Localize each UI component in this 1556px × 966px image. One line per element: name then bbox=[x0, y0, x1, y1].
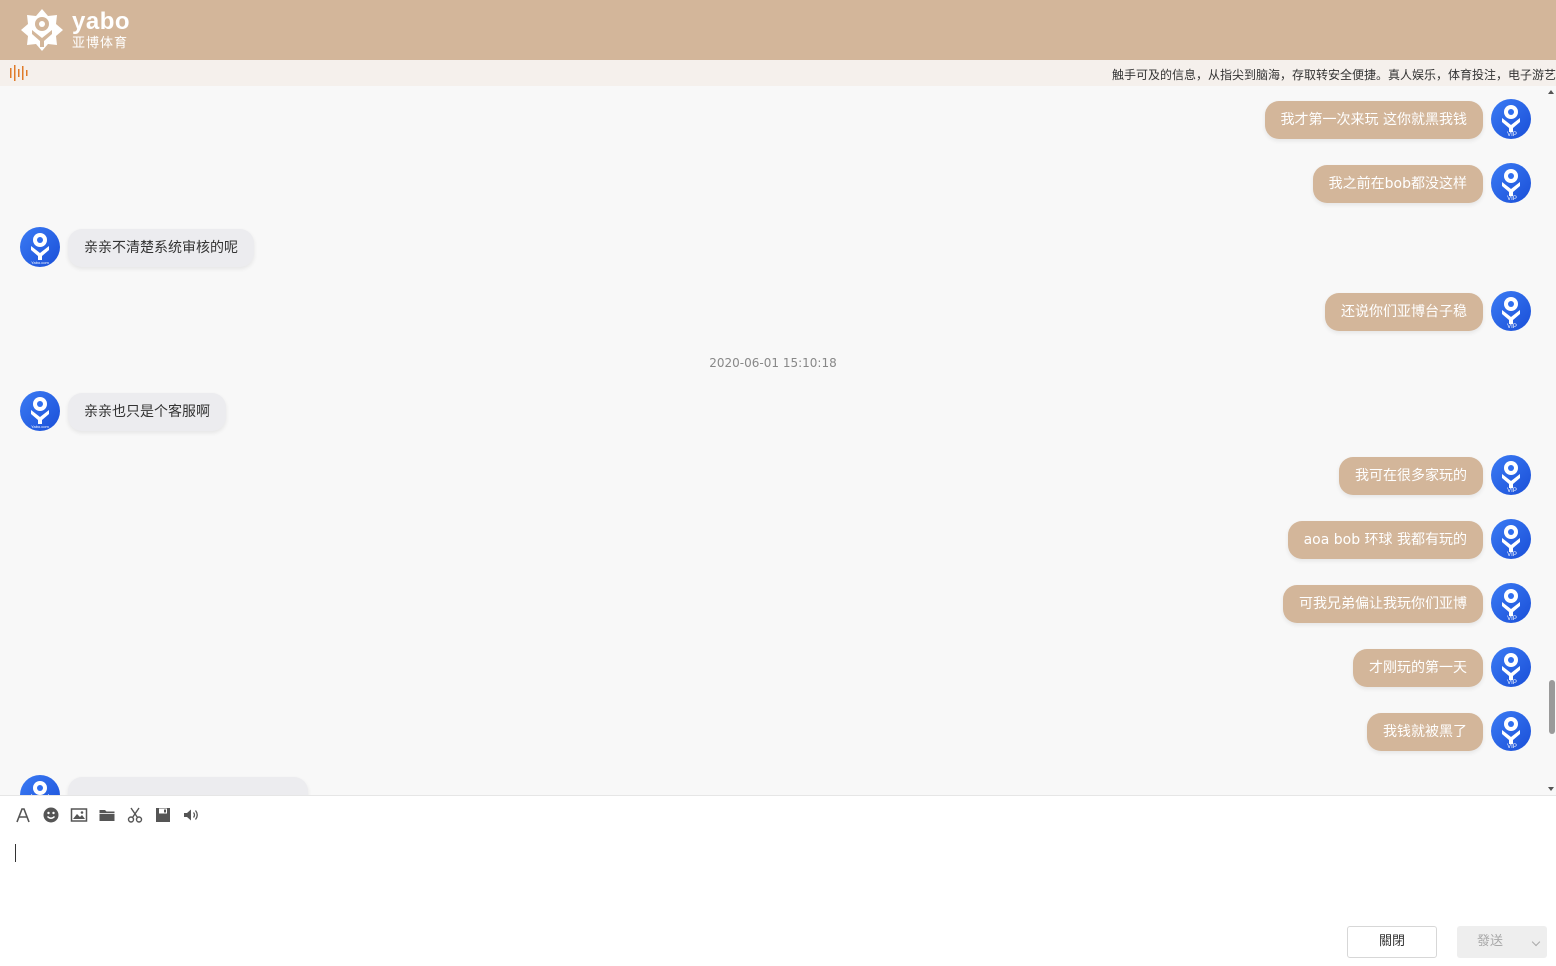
message-row bbox=[0, 775, 1546, 795]
user-message-bubble: 可我兄弟偏让我玩你们亚博 bbox=[1283, 585, 1483, 623]
chat-scrollbar[interactable] bbox=[1546, 86, 1556, 795]
message-row: 我钱就被黑了 VIP bbox=[0, 711, 1546, 755]
input-toolbar bbox=[14, 806, 200, 824]
announcement-ticker: 触手可及的信息，从指尖到脑海，存取转安全便捷。真人娱乐，体育投注，电子游艺 bbox=[0, 60, 1556, 86]
message-row: 我之前在bob都没这样 VIP bbox=[0, 163, 1546, 207]
chat-message-list[interactable]: 我才第一次来玩 这你就黑我钱 VIP 我之前在bob都没这样 VIP Yabo.… bbox=[0, 86, 1546, 795]
user-message-bubble: aoa bob 环球 我都有玩的 bbox=[1287, 521, 1483, 559]
message-timestamp: 2020-06-01 15:10:18 bbox=[709, 356, 837, 370]
message-input-panel: 關閉 發送 bbox=[0, 795, 1556, 966]
avatar-badge: VIP bbox=[1507, 132, 1517, 138]
message-row: 可我兄弟偏让我玩你们亚博 VIP bbox=[0, 583, 1546, 627]
user-avatar[interactable]: VIP bbox=[1491, 711, 1531, 751]
font-icon[interactable] bbox=[14, 806, 32, 824]
message-row: aoa bob 环球 我都有玩的 VIP bbox=[0, 519, 1546, 563]
avatar-badge: Yabo.com bbox=[31, 424, 49, 429]
logo-subtitle: 亚博体育 bbox=[72, 36, 129, 51]
scissors-icon[interactable] bbox=[126, 806, 144, 824]
user-avatar[interactable]: VIP bbox=[1491, 455, 1531, 495]
send-button-label: 發送 bbox=[1477, 934, 1504, 949]
message-row: Yabo.com 亲亲也只是个客服啊 bbox=[0, 391, 1546, 435]
avatar-badge: VIP bbox=[1507, 616, 1517, 622]
volume-icon[interactable] bbox=[182, 806, 200, 824]
message-row: 我才第一次来玩 这你就黑我钱 VIP bbox=[0, 99, 1546, 143]
user-avatar[interactable]: VIP bbox=[1491, 583, 1531, 623]
folder-icon[interactable] bbox=[98, 806, 116, 824]
message-row: 还说你们亚博台子稳 VIP bbox=[0, 291, 1546, 335]
save-icon[interactable] bbox=[154, 806, 172, 824]
yabo-logo: yabo 亚博体育 bbox=[20, 8, 130, 52]
agent-message-bubble: 亲亲不清楚系统审核的呢 bbox=[68, 229, 254, 267]
agent-message-bubble bbox=[68, 777, 308, 795]
user-message-bubble: 我之前在bob都没这样 bbox=[1312, 165, 1483, 203]
emoji-icon[interactable] bbox=[42, 806, 60, 824]
user-message-bubble: 还说你们亚博台子稳 bbox=[1325, 293, 1483, 331]
scroll-down-arrow-icon[interactable] bbox=[1548, 787, 1554, 791]
sound-wave-icon bbox=[10, 65, 28, 81]
avatar-badge: VIP bbox=[1507, 744, 1517, 750]
avatar-badge: VIP bbox=[1507, 680, 1517, 686]
ticker-text: 触手可及的信息，从指尖到脑海，存取转安全便捷。真人娱乐，体育投注，电子游艺 bbox=[1112, 68, 1556, 82]
logo-word: yabo bbox=[72, 8, 131, 35]
avatar-badge: Yabo.com bbox=[31, 260, 49, 265]
agent-message-bubble: 亲亲也只是个客服啊 bbox=[68, 393, 226, 431]
user-message-bubble: 我才第一次来玩 这你就黑我钱 bbox=[1264, 101, 1483, 139]
user-message-bubble: 我可在很多家玩的 bbox=[1339, 457, 1483, 495]
avatar-badge: VIP bbox=[1507, 196, 1517, 202]
user-message-bubble: 我钱就被黑了 bbox=[1367, 713, 1483, 751]
user-avatar[interactable]: VIP bbox=[1491, 163, 1531, 203]
logo-mark-icon bbox=[20, 8, 64, 52]
message-input-caret[interactable] bbox=[15, 844, 16, 862]
user-avatar[interactable]: VIP bbox=[1491, 99, 1531, 139]
header-bar: yabo 亚博体育 bbox=[0, 0, 1556, 60]
user-avatar[interactable]: VIP bbox=[1491, 647, 1531, 687]
user-message-bubble: 才刚玩的第一天 bbox=[1353, 649, 1483, 687]
avatar-badge: VIP bbox=[1507, 552, 1517, 558]
image-icon[interactable] bbox=[70, 806, 88, 824]
user-avatar[interactable]: VIP bbox=[1491, 519, 1531, 559]
close-button[interactable]: 關閉 bbox=[1347, 926, 1437, 958]
message-row: Yabo.com 亲亲不清楚系统审核的呢 bbox=[0, 227, 1546, 271]
agent-avatar[interactable]: Yabo.com bbox=[20, 227, 60, 267]
chevron-down-icon[interactable] bbox=[1531, 937, 1541, 947]
message-row: 我可在很多家玩的 VIP bbox=[0, 455, 1546, 499]
avatar-badge: VIP bbox=[1507, 324, 1517, 330]
avatar-badge: VIP bbox=[1507, 488, 1517, 494]
message-row: 才刚玩的第一天 VIP bbox=[0, 647, 1546, 691]
agent-avatar[interactable]: Yabo.com bbox=[20, 391, 60, 431]
scrollbar-thumb[interactable] bbox=[1549, 680, 1555, 734]
send-button[interactable]: 發送 bbox=[1457, 926, 1547, 958]
scroll-up-arrow-icon[interactable] bbox=[1548, 90, 1554, 94]
user-avatar[interactable]: VIP bbox=[1491, 291, 1531, 331]
agent-avatar[interactable] bbox=[20, 775, 60, 795]
